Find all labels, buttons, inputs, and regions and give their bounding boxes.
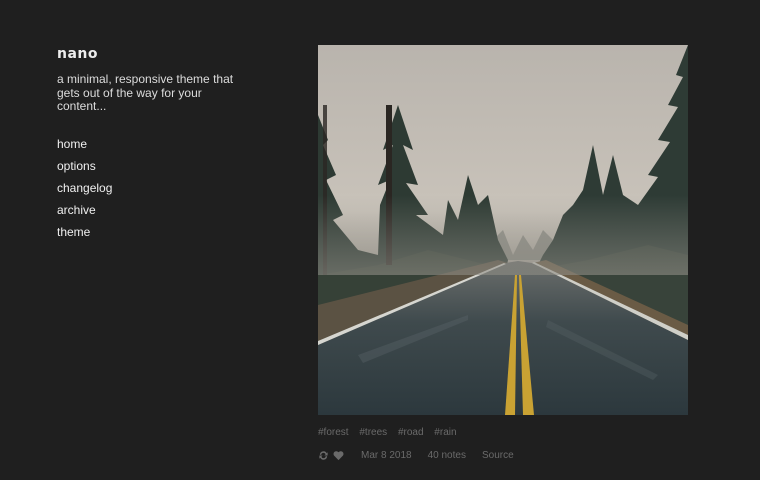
nav-item-home[interactable]: home (57, 137, 247, 159)
post-photo[interactable] (318, 45, 688, 415)
sidebar: nano a minimal, responsive theme that ge… (57, 44, 247, 263)
post-actions (318, 450, 344, 461)
tag-link[interactable]: #rain (434, 427, 456, 438)
post-date[interactable]: Mar 8 2018 (361, 450, 412, 461)
tag-link[interactable]: #forest (318, 427, 349, 438)
source-link[interactable]: Source (482, 450, 514, 461)
post-tags: #forest #trees #road #rain (318, 427, 688, 441)
nav-item-theme[interactable]: theme (57, 225, 247, 247)
tag-link[interactable]: #trees (359, 427, 387, 438)
blog-title[interactable]: nano (57, 44, 247, 64)
post-notes[interactable]: 40 notes (428, 450, 466, 461)
post-meta: Mar 8 2018 40 notes Source (318, 448, 688, 462)
heart-icon[interactable] (333, 450, 344, 461)
tag-link[interactable]: #road (398, 427, 424, 438)
nav-menu: home options changelog archive theme (57, 137, 247, 247)
reblog-icon[interactable] (318, 450, 329, 461)
post: #forest #trees #road #rain Mar 8 2018 40… (318, 45, 688, 462)
nav-item-archive[interactable]: archive (57, 203, 247, 225)
nav-item-changelog[interactable]: changelog (57, 181, 247, 203)
blog-description: a minimal, responsive theme that gets ou… (57, 72, 234, 113)
nav-item-options[interactable]: options (57, 159, 247, 181)
